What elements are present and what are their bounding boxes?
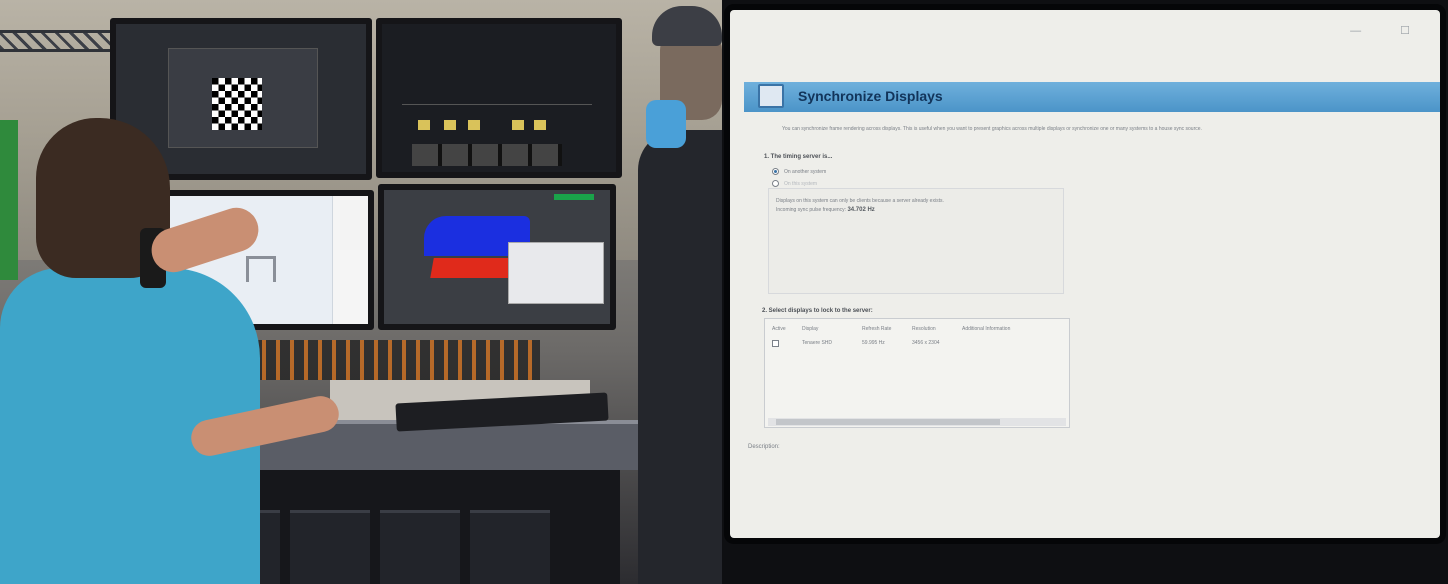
column-header-additional-info[interactable]: Additional Information <box>962 326 1010 332</box>
radio-label-another-system: On another system <box>784 169 827 175</box>
window-controls[interactable]: — ☐ <box>1350 24 1428 37</box>
timeline-node <box>534 120 546 130</box>
radio-another-system[interactable] <box>772 168 779 175</box>
radio-this-system[interactable] <box>772 180 779 187</box>
column-header-display[interactable]: Display <box>802 326 818 332</box>
cell-display: Tenaere SHD <box>802 340 833 346</box>
cell-refresh-rate: 59.995 Hz <box>862 340 885 346</box>
monitor-top-right <box>376 18 622 178</box>
server-unit <box>380 510 460 584</box>
person-pointing <box>0 118 343 584</box>
status-bar <box>554 194 594 200</box>
dialog-window: — ☐ Synchronize Displays You can synchro… <box>730 10 1440 538</box>
column-header-refresh-rate[interactable]: Refresh Rate <box>862 326 891 332</box>
software-dialog <box>508 242 604 304</box>
column-header-active[interactable]: Active <box>772 326 786 332</box>
dialog-description: You can synchronize frame rendering acro… <box>782 126 1202 132</box>
sync-frequency-value: 34.702 Hz <box>847 207 875 213</box>
cap <box>652 6 722 46</box>
monitor-bottom-right <box>378 184 616 330</box>
timeline-node <box>468 120 480 130</box>
column-header-resolution[interactable]: Resolution <box>912 326 936 332</box>
server-unit <box>470 510 550 584</box>
dark-jacket <box>638 130 722 584</box>
display-icon <box>758 84 784 108</box>
cell-resolution: 3456 x 2304 <box>912 340 940 346</box>
section-timing-server: 1. The timing server is... <box>764 154 833 160</box>
thumbnail-strip <box>412 144 562 166</box>
section-select-displays: 2. Select displays to lock to the server… <box>762 308 873 314</box>
composite-image: — ☐ Synchronize Displays You can synchro… <box>0 0 1448 584</box>
dialog-title: Synchronize Displays <box>798 88 943 104</box>
radio-label-this-system: On this system <box>784 181 818 187</box>
timeline-node <box>444 120 456 130</box>
wizard-header: Synchronize Displays <box>744 82 1440 112</box>
monitor-screen <box>382 24 616 172</box>
client-info-text: Displays on this system can only be clie… <box>776 198 944 204</box>
server-unit <box>290 510 370 584</box>
side-panel <box>340 200 368 250</box>
description-label: Description: <box>748 444 780 450</box>
timeline-node <box>512 120 524 130</box>
node-timeline <box>402 104 592 134</box>
face-mask <box>646 100 686 148</box>
sync-frequency-line: Incoming sync pulse frequency: 34.702 Hz <box>776 207 875 213</box>
screen-photo: — ☐ Synchronize Displays You can synchro… <box>722 0 1448 584</box>
displays-table <box>764 318 1070 428</box>
studio-photo <box>0 0 722 584</box>
scrollbar-thumb[interactable] <box>776 419 1000 425</box>
monitor-screen <box>384 190 610 324</box>
active-checkbox[interactable] <box>772 340 779 347</box>
timeline-node <box>418 120 430 130</box>
sync-frequency-label: Incoming sync pulse frequency: <box>776 207 847 213</box>
person-observing <box>618 0 722 584</box>
lighting-truss <box>0 30 120 52</box>
